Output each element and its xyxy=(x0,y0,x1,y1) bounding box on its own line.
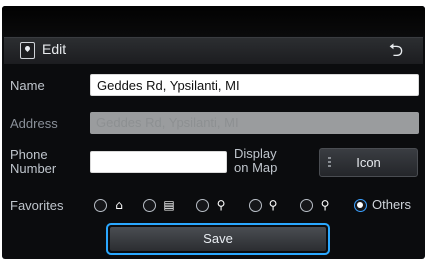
person-star-2-icon: ⚲ xyxy=(268,198,278,212)
building-icon: ▤ xyxy=(163,198,175,212)
person-star-3-icon: ⚲ xyxy=(320,198,330,212)
address-field: Geddes Rd, Ypsilanti, MI xyxy=(90,112,419,134)
phone-number-field[interactable] xyxy=(90,151,227,173)
phone-label-line2: Number xyxy=(10,161,57,176)
name-field[interactable]: Geddes Rd, Ypsilanti, MI xyxy=(90,74,419,96)
back-button[interactable]: ⮌ xyxy=(383,40,409,62)
favorite-building-radio[interactable] xyxy=(143,199,156,212)
display-on-map-label-line1: Display xyxy=(234,146,277,161)
favorites-label: Favorites xyxy=(10,198,64,213)
location-pin-icon xyxy=(20,42,35,59)
person-star-1-icon: ⚲ xyxy=(216,198,226,212)
favorite-person-2-radio[interactable] xyxy=(249,199,262,212)
save-button[interactable]: Save xyxy=(110,227,326,251)
page-title: Edit xyxy=(42,41,67,57)
home-icon: ⌂ xyxy=(115,198,123,212)
edit-screen: Edit ⮌ Name Geddes Rd, Ypsilanti, MI Add… xyxy=(2,6,425,259)
favorite-person-1-radio[interactable] xyxy=(196,199,209,212)
address-label: Address xyxy=(10,116,58,131)
name-label: Name xyxy=(10,78,45,93)
save-button-focus-ring: Save xyxy=(106,223,330,255)
favorites-row: Favorites ⌂ ▤ ⚲ ⚲ ⚲ Others xyxy=(2,196,425,216)
phone-label-line1: Phone xyxy=(10,147,48,162)
favorite-home-radio[interactable] xyxy=(94,199,107,212)
title-bar: Edit ⮌ xyxy=(4,37,423,64)
favorite-person-3-radio[interactable] xyxy=(300,199,313,212)
favorite-others-label: Others xyxy=(372,197,412,212)
display-on-map-label-line2: on Map xyxy=(234,160,278,175)
status-bar xyxy=(2,6,425,36)
icon-button[interactable]: Icon xyxy=(319,148,418,177)
favorite-others-radio[interactable] xyxy=(354,199,367,212)
